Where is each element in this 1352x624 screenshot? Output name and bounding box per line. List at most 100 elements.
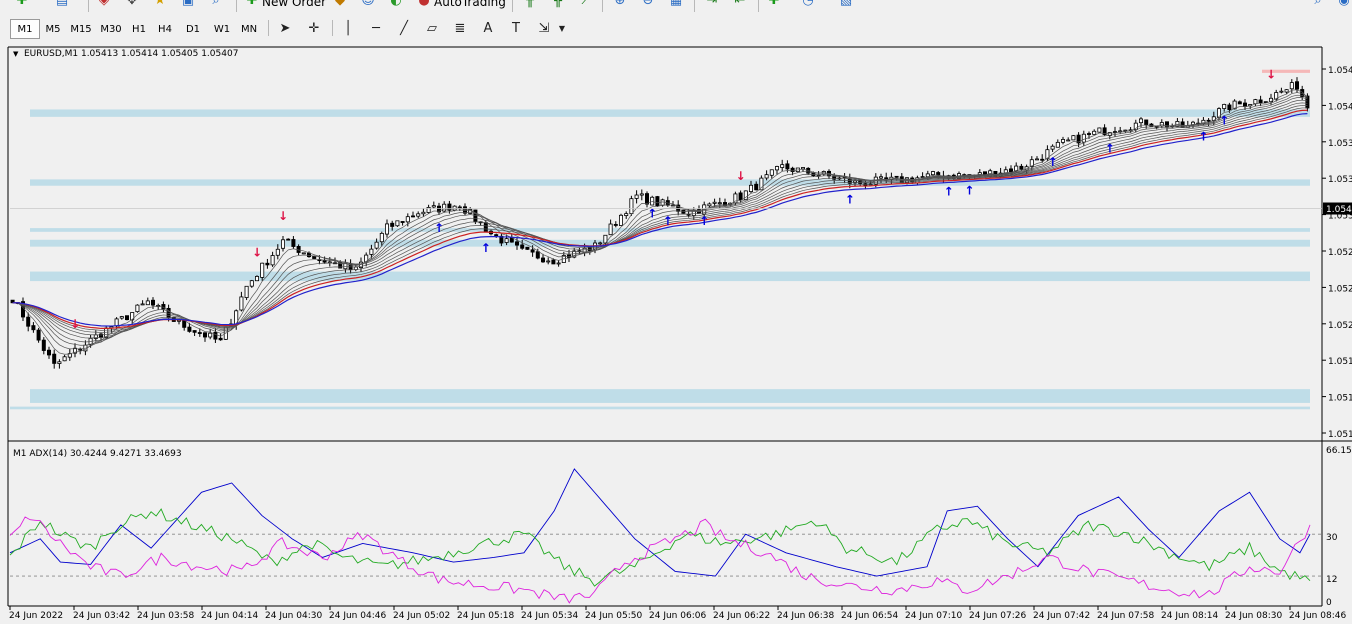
bar-chart-icon[interactable]: ╫: [522, 0, 538, 9]
price-label: 1.053: [1328, 139, 1352, 149]
metaeditor-icon[interactable]: ◆: [332, 0, 348, 9]
buy-arrow-icon: ↑: [845, 192, 855, 206]
timeframe-m5[interactable]: M5: [40, 19, 66, 39]
zone: [30, 389, 1310, 403]
candle: [254, 275, 259, 282]
price-label: 1.053: [1328, 175, 1352, 185]
templates-icon[interactable]: ▧: [838, 0, 854, 9]
adx-axis-label: 66.158: [1326, 446, 1352, 456]
time-label: 24 Jun 05:02: [393, 611, 450, 621]
candle: [301, 252, 306, 255]
horizontal-line-icon[interactable]: ─: [366, 19, 386, 39]
terminal-icon[interactable]: ▣: [180, 0, 196, 9]
toolbar-separator: [88, 0, 89, 12]
sell-arrow-icon: ↓: [736, 169, 746, 183]
periods-icon[interactable]: ◷: [800, 0, 816, 9]
toolbar-separator: [236, 0, 237, 12]
search-icon[interactable]: ⌕: [1310, 0, 1326, 9]
equidistant-channel-icon[interactable]: ▱: [422, 19, 442, 39]
time-label: 24 Jun 04:30: [265, 611, 322, 621]
time-label: 24 Jun 06:22: [713, 611, 770, 621]
timeframe-h1[interactable]: H1: [126, 19, 152, 39]
main-toolbar: ✚ ▤ ◈ ✥ ★ ▣ ⌕ ✚ New Order ◆ ☺ ◐ ● AutoTr…: [0, 0, 1352, 14]
new-order-icon[interactable]: ✚: [244, 0, 260, 9]
buy-arrow-icon: ↑: [1048, 155, 1058, 169]
timeframe-toolbar: M1 M5 M15 M30 H1 H4 D1 W1 MN ➤ ✛ │ ─ ╱ ▱…: [0, 14, 1352, 45]
zone: [30, 179, 1310, 186]
signals-icon[interactable]: ☺: [360, 0, 376, 9]
adx-axis-label: 0: [1326, 598, 1332, 608]
time-label: 24 Jun 07:58: [1097, 611, 1154, 621]
chart-menu-arrow-icon[interactable]: ▼: [13, 50, 19, 58]
zoom-out-icon[interactable]: ⊖: [640, 0, 656, 9]
favorites-icon[interactable]: ★: [152, 0, 168, 9]
trendline-icon[interactable]: ╱: [394, 19, 414, 39]
zoom-in-icon[interactable]: ⊕: [612, 0, 628, 9]
autoscroll-icon[interactable]: ⇤: [732, 0, 748, 9]
arrows-tool-icon[interactable]: ⇲: [534, 19, 554, 39]
fibonacci-icon[interactable]: ≣: [450, 19, 470, 39]
buy-arrow-icon: ↑: [434, 221, 444, 235]
price-label: 1.051: [1328, 430, 1352, 440]
text-tool-icon[interactable]: A: [478, 19, 498, 39]
zone: [30, 109, 1310, 117]
timeframe-d1[interactable]: D1: [180, 19, 206, 39]
price-label: 1.052: [1328, 321, 1352, 331]
tile-windows-icon[interactable]: ▦: [668, 0, 684, 9]
crosshair-icon[interactable]: ✛: [304, 19, 324, 39]
new-order-button[interactable]: New Order: [262, 0, 326, 9]
market-watch-icon[interactable]: ◈: [96, 0, 112, 9]
autotrading-button[interactable]: AutoTrading: [434, 0, 506, 9]
new-chart-icon[interactable]: ✚: [14, 0, 30, 9]
price-chart[interactable]: ↓↓↓↑↑↑↑ ↑↓↑↑ ↑↑↑↑↑↓ 1.0541.0541.0531.0531.…: [0, 44, 1352, 624]
community-icon[interactable]: ◉: [1336, 0, 1352, 9]
zone: [30, 271, 1310, 282]
profiles-icon[interactable]: ▤: [54, 0, 70, 9]
candle: [1097, 127, 1102, 133]
candle: [619, 213, 624, 226]
indicator-header: M1 ADX(14) 30.4244 9.4271 33.4693: [13, 449, 182, 459]
candle: [1071, 135, 1076, 141]
buy-arrow-icon: ↑: [1198, 129, 1208, 143]
navigator-icon[interactable]: ✥: [124, 0, 140, 9]
buy-arrow-icon: ↑: [964, 184, 974, 198]
candle: [681, 209, 686, 215]
chevron-down-icon[interactable]: ▼: [552, 19, 572, 39]
candle: [135, 304, 140, 313]
zone: [30, 228, 1310, 232]
price-label: 1.054: [1328, 66, 1352, 76]
indicators-icon[interactable]: ✚: [766, 0, 782, 9]
timeframe-m30[interactable]: M30: [96, 19, 126, 39]
cursor-icon[interactable]: ➤: [275, 19, 295, 39]
vertical-line-icon[interactable]: │: [338, 19, 358, 39]
price-label: 1.054: [1328, 102, 1352, 112]
candlestick-icon[interactable]: ╬: [550, 0, 566, 9]
text-label-icon[interactable]: T: [506, 19, 526, 39]
time-label: 24 Jun 05:34: [521, 611, 578, 621]
autotrading-icon[interactable]: ●: [416, 0, 432, 9]
timeframe-mn[interactable]: MN: [236, 19, 262, 39]
market-icon[interactable]: ◐: [388, 0, 404, 9]
time-label: 24 Jun 08:14: [1161, 611, 1218, 621]
time-label: 24 Jun 03:42: [73, 611, 130, 621]
buy-arrow-icon: ↑: [481, 241, 491, 255]
buy-arrow-icon: ↑: [663, 214, 673, 228]
candle: [650, 195, 655, 206]
timeframe-m15[interactable]: M15: [66, 19, 96, 39]
time-label: 24 Jun 07:10: [905, 611, 962, 621]
timeframe-h4[interactable]: H4: [152, 19, 178, 39]
adx-axis-label: 30: [1326, 533, 1338, 543]
adx-axis-label: 12: [1326, 575, 1337, 585]
line-chart-icon[interactable]: ⟋: [578, 0, 594, 9]
time-label: 24 Jun 06:54: [841, 611, 898, 621]
chart-shift-icon[interactable]: ⇥: [704, 0, 720, 9]
time-label: 24 Jun 04:14: [201, 611, 258, 621]
time-label: 24 Jun 07:42: [1033, 611, 1090, 621]
tester-icon[interactable]: ⌕: [208, 0, 224, 9]
price-label: 1.051: [1328, 357, 1352, 367]
time-label: 24 Jun 08:30: [1225, 611, 1282, 621]
timeframe-m1[interactable]: M1: [10, 19, 40, 39]
candle: [125, 315, 130, 321]
time-label: 24 Jun 04:46: [329, 611, 386, 621]
timeframe-w1[interactable]: W1: [208, 19, 236, 39]
